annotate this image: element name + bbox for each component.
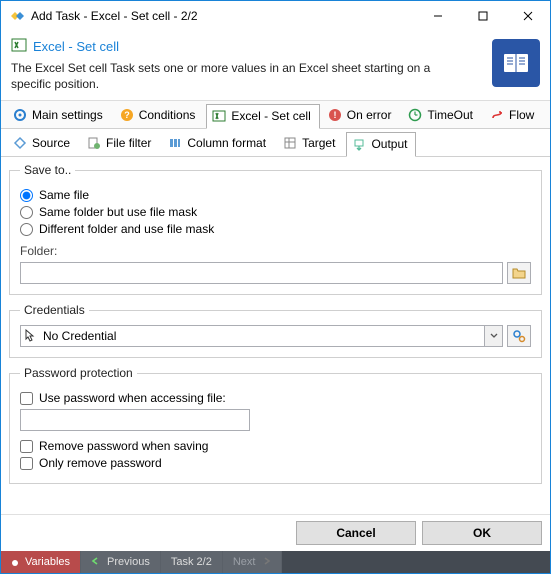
credentials-selected: No Credential (39, 329, 484, 343)
main-tabstrip: Main settings ? Conditions Excel - Set c… (1, 101, 550, 129)
status-variables[interactable]: Variables (1, 551, 81, 573)
status-variables-label: Variables (25, 556, 70, 568)
subtab-file-filter[interactable]: File filter (81, 131, 160, 156)
content-area: Save to.. Same file Same folder but use … (1, 157, 550, 514)
tab-label: Output (371, 137, 407, 151)
tab-label: Main settings (32, 108, 103, 122)
minimize-button[interactable] (415, 2, 460, 31)
gear-multi-icon (512, 329, 526, 343)
output-icon (351, 136, 367, 152)
statusbar: Variables Previous Task 2/2 Next (1, 551, 550, 573)
dialog-window: Add Task - Excel - Set cell - 2/2 Excel … (0, 0, 551, 574)
radio-same-folder-mask-label: Same folder but use file mask (39, 205, 197, 219)
header-title: Excel - Set cell (33, 39, 119, 54)
maximize-button[interactable] (460, 2, 505, 31)
tab-conditions[interactable]: ? Conditions (114, 103, 205, 128)
close-button[interactable] (505, 2, 550, 31)
header: Excel - Set cell The Excel Set cell Task… (1, 31, 550, 101)
cancel-button[interactable]: Cancel (296, 521, 416, 545)
tab-label: Target (302, 136, 335, 150)
gear-icon (12, 107, 28, 123)
window-title: Add Task - Excel - Set cell - 2/2 (31, 9, 415, 23)
password-group: Password protection Use password when ac… (9, 366, 542, 484)
save-to-legend: Save to.. (20, 163, 75, 177)
tab-excel-set-cell[interactable]: Excel - Set cell (206, 104, 319, 129)
credentials-settings-button[interactable] (507, 325, 531, 347)
status-task-label: Task 2/2 (171, 556, 212, 568)
browse-folder-button[interactable] (507, 262, 531, 284)
status-next-label: Next (233, 556, 256, 568)
subtab-output[interactable]: Output (346, 132, 416, 157)
status-next: Next (223, 551, 283, 573)
bullet-icon (11, 558, 19, 566)
error-icon: ! (327, 107, 343, 123)
tab-on-error[interactable]: ! On error (322, 103, 401, 128)
check-remove-password-label: Remove password when saving (39, 439, 208, 453)
save-to-group: Save to.. Same file Same folder but use … (9, 163, 542, 295)
status-previous[interactable]: Previous (81, 551, 161, 573)
chevron-down-icon (484, 326, 502, 346)
tab-label: Excel - Set cell (231, 109, 310, 123)
tab-flow[interactable]: Flow (484, 103, 543, 128)
tab-label: Source (32, 136, 70, 150)
help-book-icon[interactable] (492, 39, 540, 87)
app-icon (9, 8, 25, 24)
subtab-column-format[interactable]: Column format (162, 131, 275, 156)
status-task[interactable]: Task 2/2 (161, 551, 223, 573)
credentials-legend: Credentials (20, 303, 89, 317)
ok-button[interactable]: OK (422, 521, 542, 545)
folder-label: Folder: (20, 244, 531, 258)
flow-icon (489, 107, 505, 123)
radio-same-folder-mask[interactable] (20, 206, 33, 219)
filter-icon (86, 135, 102, 151)
check-use-password[interactable] (20, 392, 33, 405)
check-only-remove-password[interactable] (20, 457, 33, 470)
password-legend: Password protection (20, 366, 137, 380)
tab-main-settings[interactable]: Main settings (7, 103, 112, 128)
tab-label: Conditions (139, 108, 196, 122)
check-use-password-label: Use password when accessing file: (39, 391, 226, 405)
credentials-combo[interactable]: No Credential (20, 325, 503, 347)
question-icon: ? (119, 107, 135, 123)
header-title-row: Excel - Set cell (11, 37, 540, 56)
svg-text:!: ! (333, 110, 336, 120)
clock-icon (407, 107, 423, 123)
tab-timeout[interactable]: TimeOut (402, 103, 482, 128)
tab-label: Column format (187, 136, 266, 150)
radio-same-file[interactable] (20, 189, 33, 202)
source-icon (12, 135, 28, 151)
check-only-remove-password-label: Only remove password (39, 456, 162, 470)
credentials-group: Credentials No Credential (9, 303, 542, 358)
tab-label: On error (347, 108, 392, 122)
check-remove-password[interactable] (20, 440, 33, 453)
svg-text:?: ? (124, 110, 130, 120)
radio-different-folder-mask[interactable] (20, 223, 33, 236)
columns-icon (167, 135, 183, 151)
subtab-source[interactable]: Source (7, 131, 79, 156)
folder-icon (512, 267, 526, 279)
arrow-right-icon (261, 556, 271, 568)
excel-icon (11, 37, 27, 56)
password-input[interactable] (20, 409, 250, 431)
tab-label: File filter (106, 136, 151, 150)
subtab-target[interactable]: Target (277, 131, 344, 156)
cursor-icon (21, 329, 39, 343)
target-icon (282, 135, 298, 151)
radio-same-file-label: Same file (39, 188, 89, 202)
tab-label: TimeOut (427, 108, 473, 122)
titlebar: Add Task - Excel - Set cell - 2/2 (1, 1, 550, 31)
folder-input[interactable] (20, 262, 503, 284)
tab-label: Flow (509, 108, 534, 122)
status-previous-label: Previous (107, 556, 150, 568)
footer-buttons: Cancel OK (1, 514, 550, 551)
excel-icon (211, 108, 227, 124)
radio-different-folder-mask-label: Different folder and use file mask (39, 222, 214, 236)
arrow-left-icon (91, 556, 101, 568)
header-description: The Excel Set cell Task sets one or more… (11, 60, 441, 92)
sub-tabstrip: Source File filter Column format Target … (1, 129, 550, 157)
